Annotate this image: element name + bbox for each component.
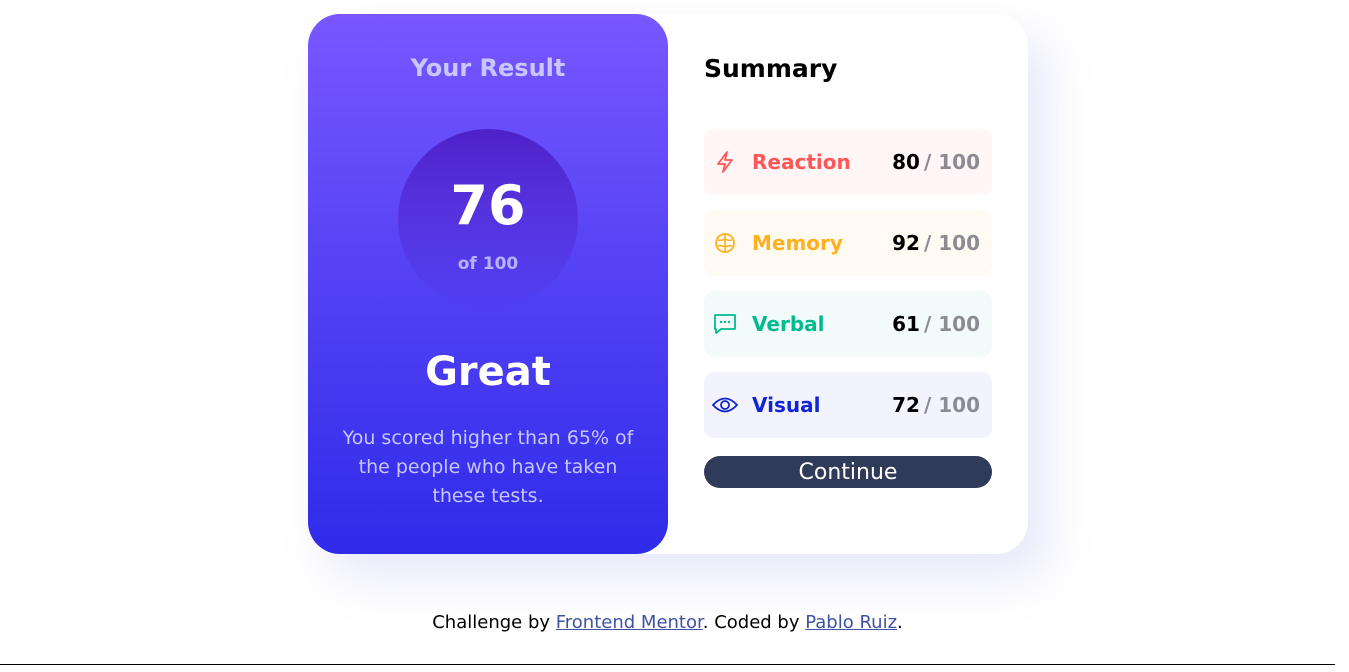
results-card: Your Result 76 of 100 Great You scored h… [308, 14, 1028, 554]
summary-item-score: 80 [892, 150, 920, 174]
eye-icon [712, 392, 738, 418]
speech-bubble-icon [712, 311, 738, 337]
brain-icon [712, 230, 738, 256]
attribution-footer: Challenge by Frontend Mentor. Coded by P… [0, 612, 1335, 633]
summary-title: Summary [704, 54, 838, 83]
score-value: 76 [450, 174, 526, 237]
summary-item-visual: Visual 72 / 100 [704, 372, 992, 438]
frontend-mentor-link[interactable]: Frontend Mentor [556, 612, 703, 633]
continue-button[interactable]: Continue [704, 456, 992, 488]
summary-item-score: 72 [892, 393, 920, 417]
summary-item-total: / 100 [923, 231, 980, 255]
bottom-divider [0, 664, 1335, 665]
summary-item-label: Reaction [752, 150, 851, 174]
summary-item-total: / 100 [923, 312, 980, 336]
summary-item-reaction: Reaction 80 / 100 [704, 129, 992, 195]
summary-item-total: / 100 [923, 150, 980, 174]
summary-item-total: / 100 [923, 393, 980, 417]
summary-item-label: Verbal [752, 312, 825, 336]
footer-prefix: Challenge by [432, 612, 556, 633]
result-title: Your Result [410, 54, 566, 82]
summary-item-score: 92 [892, 231, 920, 255]
footer-suffix: . [897, 612, 903, 633]
result-rating: Great [425, 349, 551, 395]
summary-item-label: Memory [752, 231, 843, 255]
summary-item-memory: Memory 92 / 100 [704, 210, 992, 276]
summary-panel: Summary Reaction 80 / 100 Memory 92 / 10… [668, 14, 1028, 554]
result-description: You scored higher than 65% of the people… [342, 427, 634, 507]
score-circle: 76 of 100 [398, 129, 578, 309]
lightning-icon [712, 149, 738, 175]
footer-middle: . Coded by [702, 612, 806, 633]
summary-item-label: Visual [752, 393, 821, 417]
score-of-total: of 100 [457, 254, 519, 274]
summary-list: Reaction 80 / 100 Memory 92 / 100 Verbal… [704, 129, 992, 453]
result-panel: Your Result 76 of 100 Great You scored h… [308, 14, 668, 554]
author-link[interactable]: Pablo Ruiz [805, 612, 897, 633]
summary-item-score: 61 [892, 312, 920, 336]
summary-item-verbal: Verbal 61 / 100 [704, 291, 992, 357]
